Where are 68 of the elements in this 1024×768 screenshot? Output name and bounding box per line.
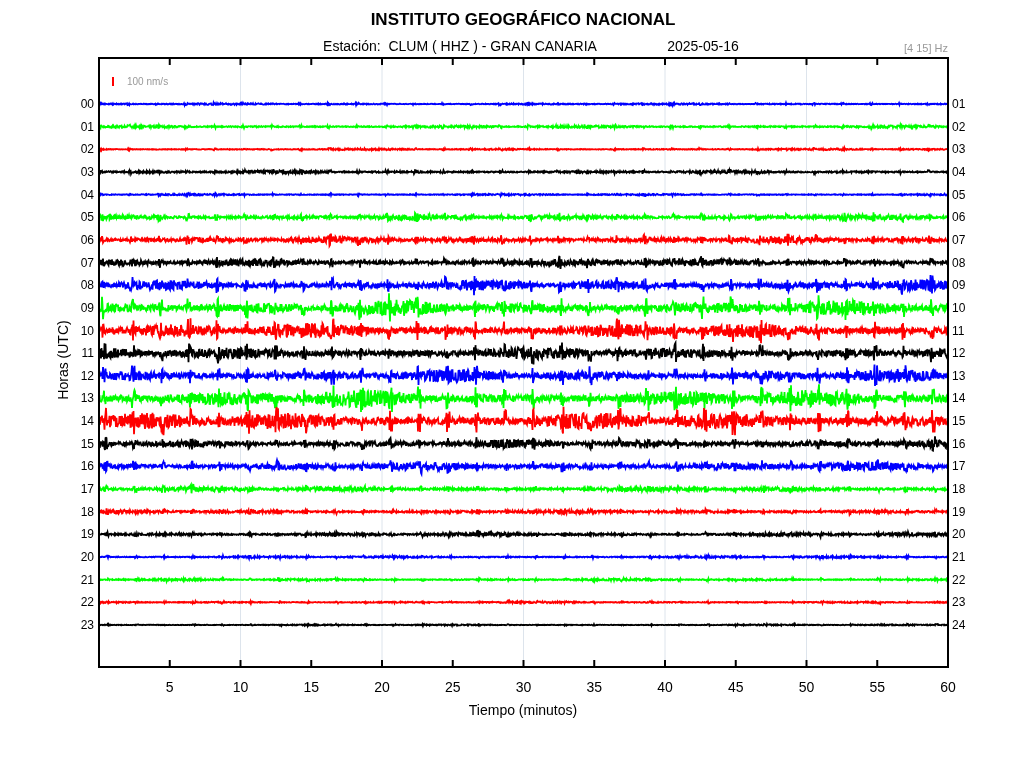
axis-tick-label: 35 [586,679,603,695]
hour-label: 04 [952,164,966,179]
axis-tick-label: 45 [727,679,744,695]
hour-label: 10 [80,323,94,338]
hour-label: 05 [952,187,966,202]
scale-label: 100 nm/s [127,76,169,87]
hour-label: 23 [80,617,94,632]
filter-label: [4 15] Hz [903,42,948,54]
hour-label: 13 [80,391,94,406]
hour-label: 03 [80,164,94,179]
hour-label: 05 [80,210,94,225]
hour-label: 04 [80,187,94,202]
axis-title: Tiempo (minutos) [468,702,578,718]
hour-label: 24 [952,617,966,632]
axis-title: Horas (UTC) [55,320,71,400]
hour-label: 19 [80,527,94,542]
hour-label: 07 [80,255,94,270]
axis-tick-label: 5 [165,679,174,695]
hour-label: 16 [80,459,94,474]
hour-label: 11 [81,346,94,361]
hour-label: 08 [80,278,94,293]
hour-label: 15 [80,436,94,451]
axis-tick-label: 40 [657,679,673,695]
hour-label: 12 [80,368,94,383]
hour-label: 06 [80,232,94,247]
hour-label: 09 [952,278,966,293]
axis-tick-label: 10 [232,679,249,695]
hour-label: 18 [80,504,94,519]
hour-label: 16 [952,436,966,451]
hour-label: 12 [952,346,966,361]
hour-label: 02 [80,142,94,157]
axis-tick-label: 25 [444,679,461,695]
hour-label: 18 [952,482,966,497]
axis-tick-label: 20 [374,679,390,695]
hour-label: 02 [952,119,966,134]
hour-label: 06 [952,210,966,225]
hour-label: 21 [80,572,94,587]
station-label: Estación: CLUM ( HHZ ) - GRAN CANARIA [323,38,597,54]
hour-label: 14 [80,414,94,429]
hour-label: 07 [952,232,966,247]
axis-tick-label: 50 [798,679,815,695]
hour-label: 20 [80,550,94,564]
hour-label: 10 [952,300,966,315]
hour-label: 19 [952,504,966,519]
hour-label: 00 [80,97,94,111]
hour-label: 17 [952,459,966,474]
hour-label: 15 [952,414,966,429]
hour-label: 01 [952,97,966,111]
date-label: 2025-05-16 [667,38,739,54]
hour-label: 17 [80,482,94,497]
hour-label: 13 [952,368,966,383]
hour-label: 22 [952,572,966,587]
hour-label: 11 [952,323,965,338]
hour-label: 21 [952,550,966,564]
axis-tick-label: 60 [940,679,956,695]
hour-label: 09 [80,300,94,315]
hour-label: 03 [952,142,966,157]
hour-label: 22 [80,595,94,610]
axis-tick-label: 15 [303,679,320,695]
hour-label: 01 [80,119,94,134]
axis-tick-label: 55 [869,679,886,695]
scale-bar-icon [112,77,114,86]
hour-label: 08 [952,255,966,270]
plot-title: INSTITUTO GEOGRÁFICO NACIONAL [370,10,676,29]
axis-tick-label: 30 [515,679,532,695]
hour-label: 23 [952,595,966,610]
hour-label: 20 [952,527,966,542]
hour-label: 14 [952,391,966,406]
